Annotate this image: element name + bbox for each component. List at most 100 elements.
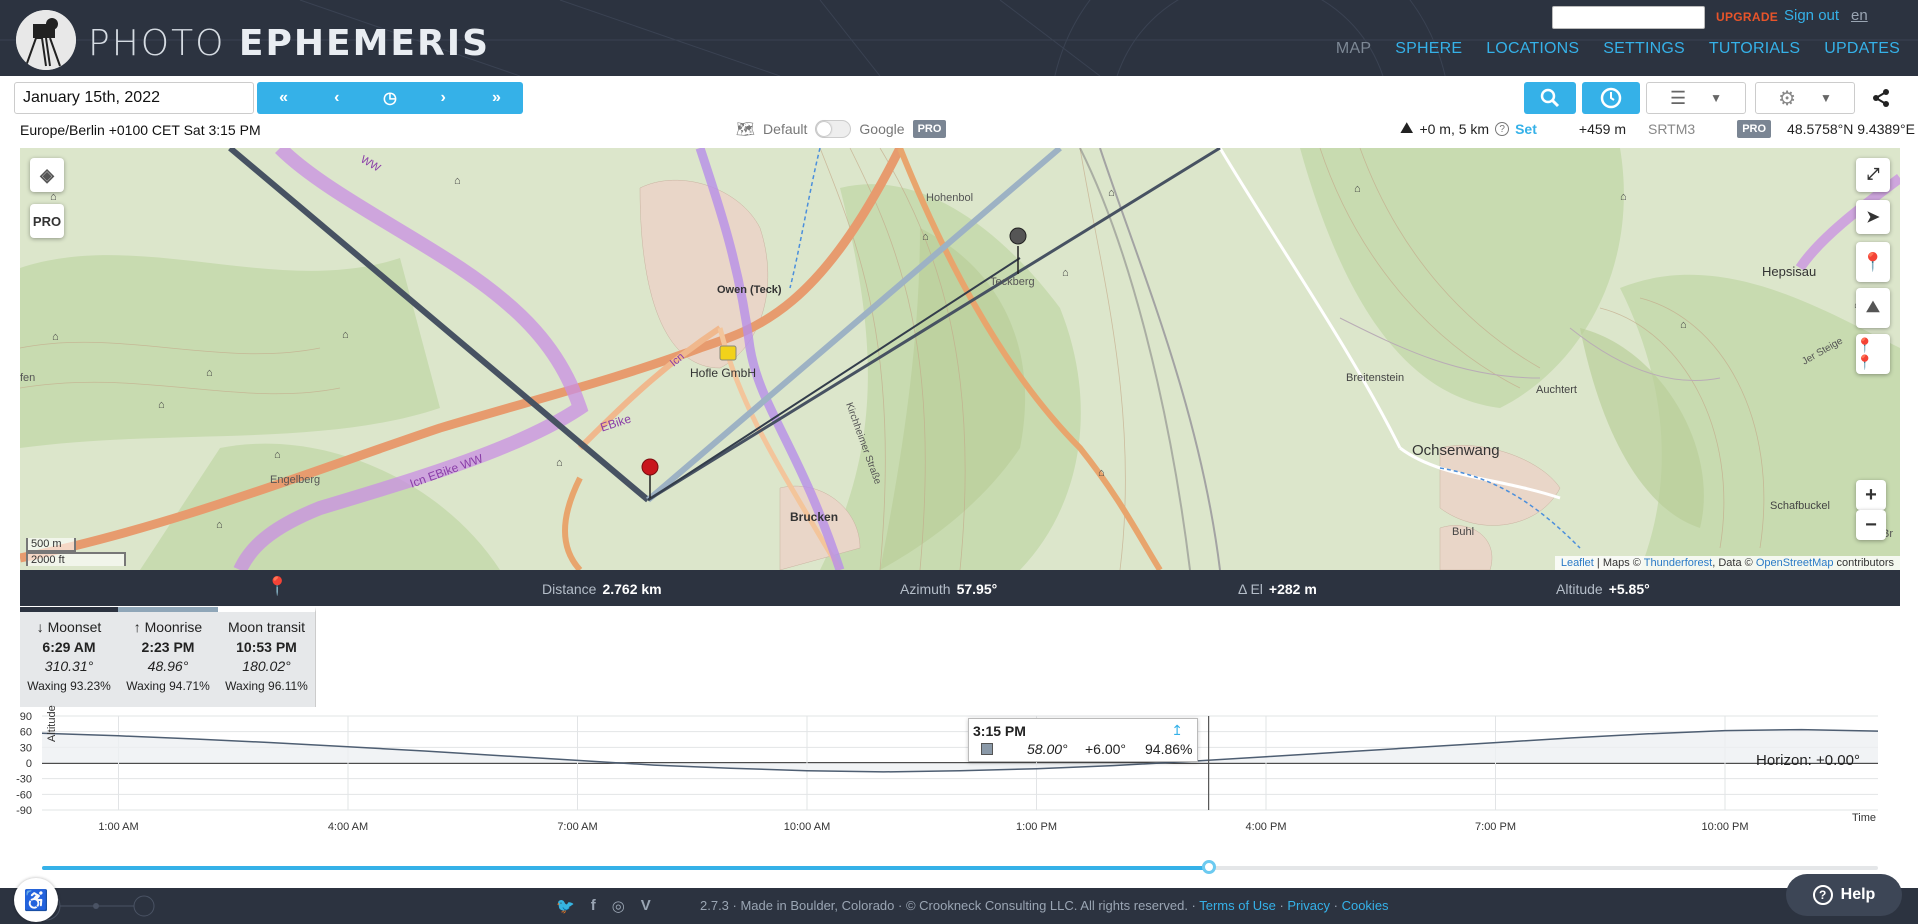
- osm-link[interactable]: OpenStreetMap: [1756, 557, 1834, 569]
- elevation-offset[interactable]: +0 m, 5 km: [1419, 121, 1489, 137]
- map-view[interactable]: ⌂⌂⌂⌂ ⌂⌂⌂⌂ ⌂⌂⌂⌂ ⌂⌂⌂⌂⌂ Owen (Teck) Hofle G…: [20, 148, 1900, 570]
- tooltip-altitude: +6.00°: [1085, 741, 1127, 757]
- logo-icon[interactable]: [16, 10, 76, 70]
- moon-transit-phase: Waxing 96.11%: [225, 678, 308, 693]
- map-label-breitenstein: Breitenstein: [1346, 372, 1405, 384]
- tooltip-time: 3:15 PM: [973, 723, 1026, 739]
- now-clock-icon[interactable]: ◷: [363, 82, 416, 114]
- share-button[interactable]: [1866, 82, 1896, 114]
- navigation-arrow-icon: ➤: [1866, 209, 1880, 226]
- y-tick-label: -30: [16, 774, 32, 786]
- svg-text:⌂: ⌂: [216, 519, 223, 531]
- map-type-toggle: 🗺 Default Google PRO: [736, 120, 947, 138]
- header-search-input[interactable]: [1552, 6, 1705, 29]
- layers-menu-button[interactable]: ☰ ▼: [1646, 82, 1746, 114]
- accessibility-button[interactable]: ♿: [14, 878, 58, 922]
- vimeo-icon[interactable]: V: [641, 897, 651, 915]
- twitter-icon[interactable]: 🐦: [556, 897, 575, 915]
- moon-transit-card[interactable]: Moon transit 10:53 PM 180.02° Waxing 96.…: [218, 607, 316, 707]
- fullscreen-button[interactable]: ⤢: [1856, 158, 1890, 192]
- time-slider-fill: [42, 866, 1209, 870]
- list-icon: ☰: [1669, 87, 1687, 108]
- help-button[interactable]: ? Help: [1786, 874, 1902, 916]
- privacy-link[interactable]: Privacy: [1287, 898, 1330, 913]
- svg-text:⌂: ⌂: [158, 399, 165, 411]
- sign-out-link[interactable]: Sign out: [1784, 7, 1839, 24]
- thunderforest-link[interactable]: Thunderforest: [1644, 557, 1712, 569]
- chevron-down-icon: ▼: [1710, 91, 1723, 105]
- altitude-value: +5.85°: [1608, 581, 1650, 597]
- svg-text:⌂: ⌂: [1098, 467, 1105, 479]
- map-default-label: Default: [763, 121, 808, 137]
- pins-pair-icon: 📍📍: [1856, 337, 1874, 370]
- nav-updates[interactable]: UPDATES: [1824, 40, 1900, 58]
- elevation-pin-button[interactable]: ⛰: [1856, 288, 1890, 328]
- map-type-switch[interactable]: [815, 120, 852, 138]
- moonrise-label: Moonrise: [144, 619, 203, 635]
- moon-up-icon: ↥: [1171, 722, 1183, 738]
- zoom-out-button[interactable]: −: [1856, 510, 1886, 540]
- terms-link[interactable]: Terms of Use: [1199, 898, 1276, 913]
- coordinates[interactable]: 48.5758°N 9.4389°E: [1787, 121, 1915, 137]
- geodetics-button[interactable]: 📍📍: [1856, 334, 1890, 374]
- nav-map[interactable]: MAP: [1336, 40, 1371, 58]
- x-tick-label: 7:00 AM: [557, 821, 597, 833]
- map-label-hofle: Hofle GmbH: [690, 366, 757, 380]
- delta-elevation-label: Δ El: [1238, 581, 1263, 597]
- prev-day-icon[interactable]: «: [257, 82, 310, 114]
- search-icon: [1540, 88, 1560, 108]
- moonrise-card[interactable]: ↑ Moonrise 2:23 PM 48.96° Waxing 94.71%: [118, 607, 218, 707]
- pro-map-button[interactable]: PRO: [30, 204, 64, 238]
- nav-locations[interactable]: LOCATIONS: [1486, 40, 1579, 58]
- moon-series-swatch: [981, 743, 993, 755]
- delta-elevation-info: Δ El +282 m: [1238, 581, 1317, 597]
- y-tick-label: 90: [20, 712, 32, 723]
- help-circle-icon[interactable]: ?: [1495, 122, 1510, 136]
- prev-step-icon[interactable]: ‹: [310, 82, 363, 114]
- leaflet-link[interactable]: Leaflet: [1561, 557, 1594, 569]
- bicycle-shop-icon: [719, 345, 737, 361]
- layers-button[interactable]: ◈: [30, 158, 64, 192]
- nav-tutorials[interactable]: TUTORIALS: [1709, 40, 1800, 58]
- time-slider-thumb[interactable]: [1201, 860, 1216, 874]
- chart-tooltip: 3:15 PM ↥ 58.00° +6.00° 94.86%: [968, 718, 1198, 762]
- svg-text:⌂: ⌂: [454, 175, 461, 187]
- map-label-buhl: Buhl: [1452, 526, 1475, 538]
- facebook-icon[interactable]: f: [591, 897, 596, 915]
- next-day-icon[interactable]: »: [470, 82, 523, 114]
- svg-text:⌂: ⌂: [922, 231, 929, 243]
- map-label-engelberg: Engelberg: [270, 474, 321, 486]
- layers-icon: ◈: [40, 164, 54, 185]
- set-elevation-link[interactable]: Set: [1515, 121, 1537, 137]
- svg-text:⌂: ⌂: [1680, 319, 1687, 331]
- upgrade-link[interactable]: UPGRADE: [1716, 10, 1778, 24]
- next-step-icon[interactable]: ›: [417, 82, 470, 114]
- search-button[interactable]: [1524, 82, 1576, 114]
- app-logo[interactable]: PHOTO EPHEMERIS: [88, 26, 490, 62]
- geodetics-pins-icon[interactable]: 📍: [266, 576, 288, 597]
- nav-sphere[interactable]: SPHERE: [1395, 40, 1462, 58]
- nav-settings[interactable]: SETTINGS: [1603, 40, 1685, 58]
- x-tick-label: 1:00 AM: [98, 821, 138, 833]
- primary-pin-button[interactable]: 📍: [1856, 242, 1890, 282]
- mountain-icon[interactable]: ⛰: [1400, 120, 1413, 138]
- map-canvas[interactable]: ⌂⌂⌂⌂ ⌂⌂⌂⌂ ⌂⌂⌂⌂ ⌂⌂⌂⌂⌂: [20, 148, 1900, 570]
- question-icon: ?: [1812, 885, 1833, 905]
- cookies-link[interactable]: Cookies: [1342, 898, 1389, 913]
- svg-text:⌂: ⌂: [1062, 267, 1069, 279]
- date-input[interactable]: January 15th, 2022: [14, 82, 254, 114]
- moonset-card[interactable]: ↓ Moonset 6:29 AM 310.31° Waxing 93.23%: [20, 607, 118, 707]
- zoom-in-button[interactable]: +: [1856, 480, 1886, 510]
- footer-text: 2.7.3 · Made in Boulder, Colorado · © Cr…: [700, 898, 1389, 913]
- y-tick-label: -60: [16, 789, 32, 801]
- settings-menu-button[interactable]: ⚙ ▼: [1755, 82, 1855, 114]
- language-selector[interactable]: en: [1851, 7, 1868, 24]
- time-button[interactable]: [1582, 82, 1640, 114]
- locate-button[interactable]: ➤: [1856, 200, 1890, 234]
- altitude-chart[interactable]: 90 60 30 0 -30 -60 -90 1:00 AM 4:00 AM 7:00 AM 10:…: [0, 712, 1918, 864]
- svg-text:⌂: ⌂: [556, 457, 563, 469]
- time-slider[interactable]: [42, 860, 1878, 874]
- mountain-pin-icon: ⛰: [1866, 299, 1880, 316]
- instagram-icon[interactable]: ◎: [612, 897, 625, 915]
- altitude-label: Altitude: [1556, 581, 1603, 597]
